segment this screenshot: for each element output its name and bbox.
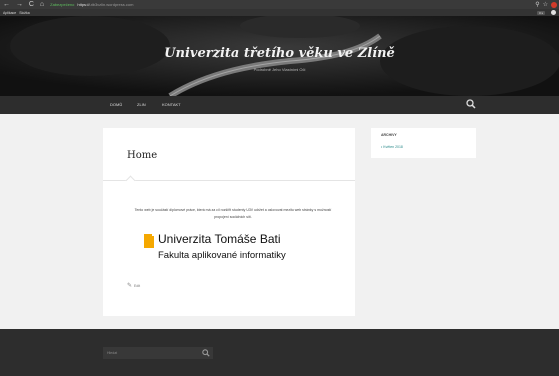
url-rest: utb3vzlin.wordpress.com (89, 2, 134, 7)
bookmarks-bar: Aplikace Složka 3 s (0, 9, 559, 16)
site-description: Podrobně Jeho Vlastními Oči (253, 67, 306, 72)
archive-link[interactable]: • Květen 2018 (381, 145, 403, 149)
title-divider (103, 180, 355, 181)
main-navigation: DOMŮ ZLIN KONTAKT (0, 96, 559, 114)
pencil-icon: ✎ (127, 283, 133, 289)
search-icon[interactable] (466, 99, 476, 109)
star-icon[interactable]: ☆ (543, 1, 548, 8)
menu-item-domu[interactable]: DOMŮ (110, 102, 122, 107)
utb-logo-mark (144, 234, 152, 248)
archive-widget: ARCHIVY • Květen 2018 (371, 128, 476, 158)
url-host: https:// (77, 2, 90, 7)
zoom-icon[interactable]: ⚲ (535, 1, 539, 8)
secure-indicator[interactable]: Zabezpečeno (50, 2, 74, 7)
edit-label: Edit (134, 284, 141, 288)
bookmarks-badge[interactable]: 3 s (536, 10, 545, 15)
address-bar[interactable]: https://utb3vzlin.wordpress.com (77, 2, 133, 7)
page-title: Home (127, 150, 158, 161)
edit-link[interactable]: ✎ Edit (127, 282, 140, 289)
utb-logo-line1: Univerzita Tomáše Bati (158, 232, 281, 246)
browser-toolbar: ← → C ⌂ Zabezpečeno https://utb3vzlin.wo… (0, 0, 559, 9)
extension-icon[interactable] (551, 1, 557, 8)
menu-item-kontakt[interactable]: KONTAKT (162, 102, 181, 107)
widget-title: ARCHIVY (381, 133, 397, 137)
profile-avatar[interactable] (551, 10, 556, 15)
footer (0, 329, 559, 376)
utb-logo-line2: Fakulta aplikované informatiky (158, 250, 286, 261)
footer-search-placeholder: Hledat (107, 351, 118, 355)
post-text: Tento web je součástí diplomové práce, k… (134, 208, 332, 219)
post-article: Home Tento web je součástí diplomové prá… (103, 128, 355, 316)
utb-logo-mark-stripe (152, 236, 154, 248)
header-hero: Univerzita třetího věku ve Zlíně Podrobn… (0, 16, 559, 96)
menu-item-zlin[interactable]: ZLIN (137, 102, 146, 107)
divider-caret (125, 175, 136, 186)
bookmark-folder[interactable]: Složka (19, 11, 30, 15)
footer-search-input[interactable]: Hledat (103, 347, 213, 359)
site-title[interactable]: Univerzita třetího věku ve Zlíně (0, 46, 559, 61)
browser-nav-buttons[interactable]: ← → C ⌂ (3, 1, 46, 8)
bookmark-apps[interactable]: Aplikace (3, 11, 16, 15)
utb-logo: Univerzita Tomáše Bati Fakulta aplikovan… (144, 232, 314, 268)
footer-search-icon[interactable] (202, 349, 210, 357)
